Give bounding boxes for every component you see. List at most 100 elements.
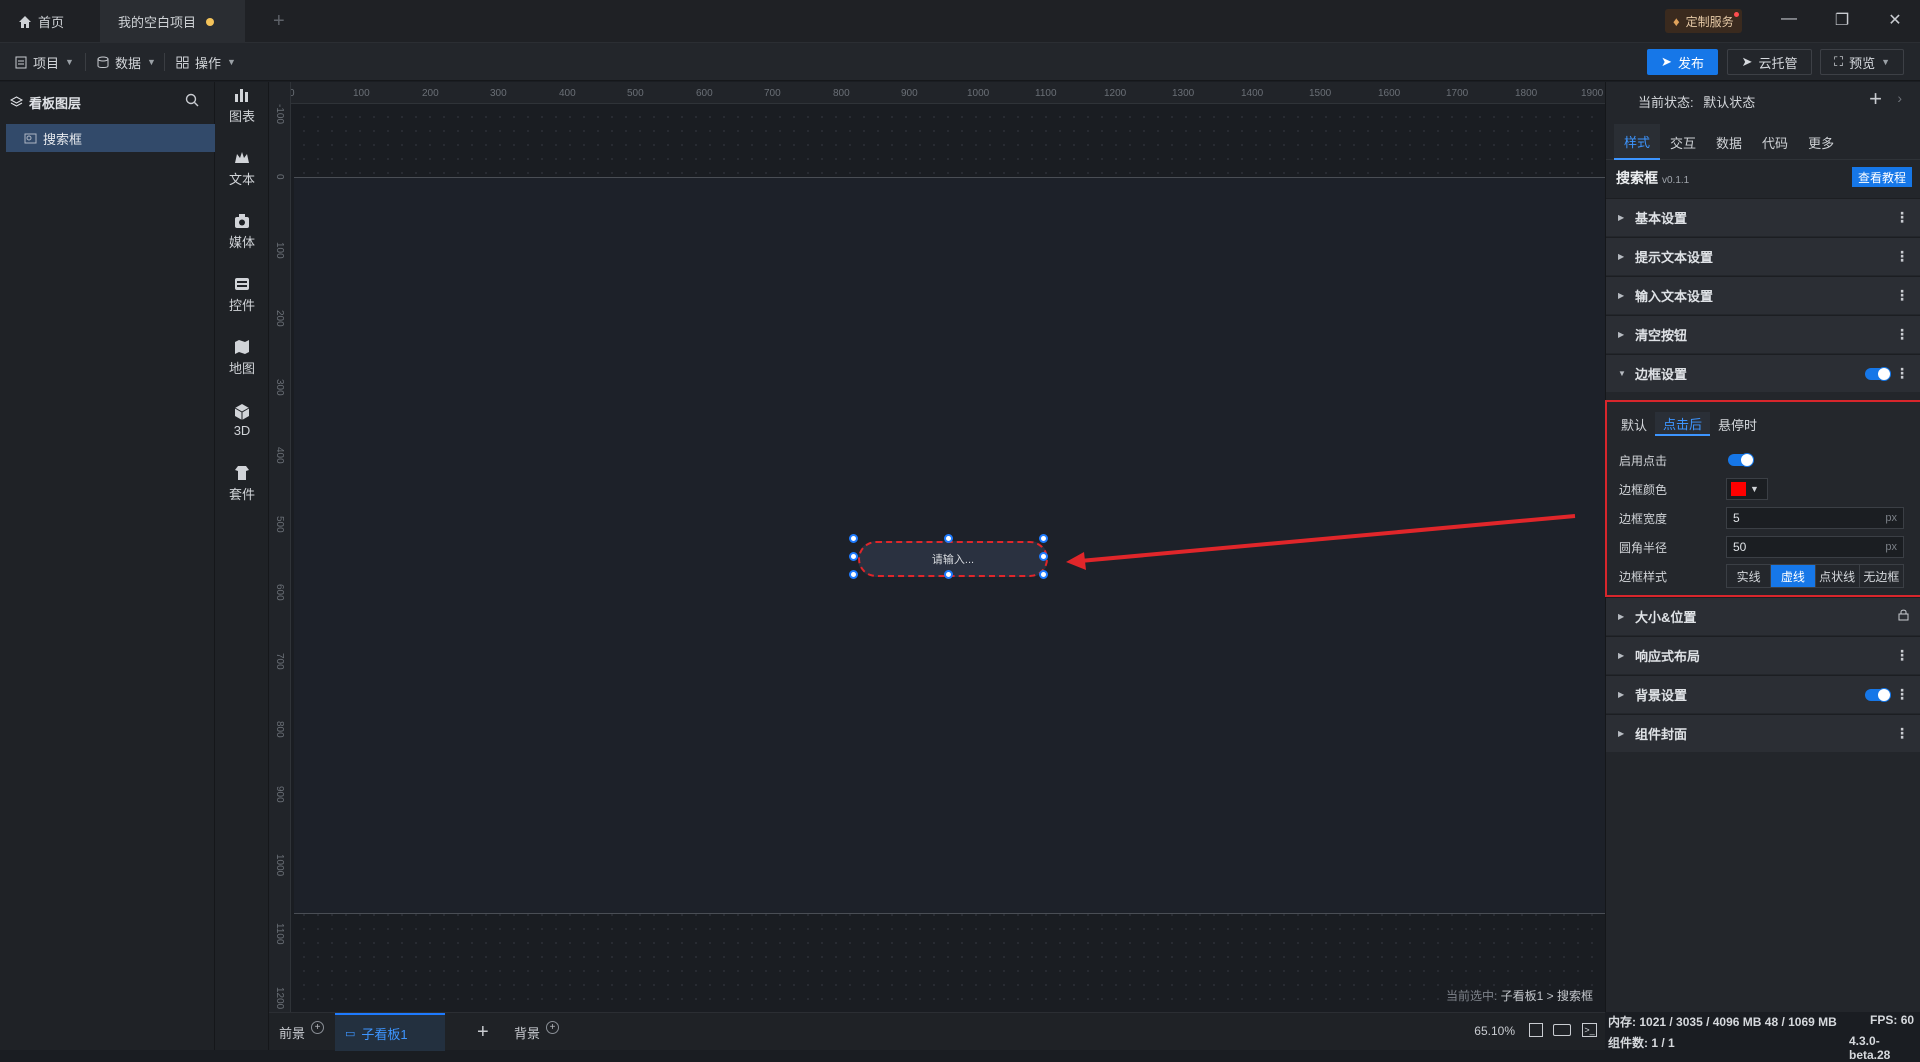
terminal-icon[interactable]: >_ xyxy=(1582,1023,1597,1037)
more-vert-icon[interactable]: ⋮ xyxy=(1895,725,1909,742)
tab-interaction[interactable]: 交互 xyxy=(1660,124,1706,160)
state-value[interactable]: 默认状态 xyxy=(1703,95,1755,110)
tab-style[interactable]: 样式 xyxy=(1614,124,1661,160)
layer-item[interactable]: 搜索框 xyxy=(6,124,215,152)
component-kit[interactable]: 套件 xyxy=(215,458,269,508)
searchbox-placeholder: 请输入... xyxy=(931,554,975,566)
background-toggle[interactable] xyxy=(1865,688,1891,702)
component-chart-label: 图表 xyxy=(228,108,255,124)
searchbox-component[interactable]: 请输入... xyxy=(858,541,1048,577)
tab-subboard[interactable]: ▭ 子看板1 xyxy=(335,1013,445,1051)
border-tab-default[interactable]: 默认 xyxy=(1613,412,1655,436)
resize-handle[interactable] xyxy=(849,534,858,543)
canvas-area[interactable]: 0 100 200 300 400 500 600 700 800 900 10… xyxy=(269,82,1605,1012)
lock-icon[interactable] xyxy=(1898,609,1909,621)
search-icon[interactable] xyxy=(185,93,199,107)
close-button[interactable]: ✕ xyxy=(1883,10,1907,32)
cloud-hosting-button[interactable]: ➤ 云托管 xyxy=(1727,49,1812,75)
border-tab-clicked[interactable]: 点击后 xyxy=(1655,412,1711,436)
ruler-label: -100 xyxy=(274,104,285,125)
menu-data[interactable]: 数据 ▼ xyxy=(97,51,156,73)
component-3d[interactable]: 3D xyxy=(215,395,269,445)
component-control[interactable]: 控件 xyxy=(215,269,269,319)
component-chart[interactable]: 图表 xyxy=(215,80,269,130)
radius-input[interactable]: 50 px xyxy=(1726,536,1904,558)
send-icon: ➤ xyxy=(1661,54,1672,69)
current-state: 当前状态: 默认状态 xyxy=(1638,92,1755,111)
tab-background[interactable]: 背景 + xyxy=(514,1013,560,1051)
resize-handle[interactable] xyxy=(1039,552,1048,561)
memory-label: 内存: xyxy=(1608,1015,1636,1029)
ruler-label: 500 xyxy=(274,516,285,533)
section-hint-text[interactable]: ▶ 提示文本设置 ⋮ xyxy=(1606,237,1920,275)
style-dotted[interactable]: 点状线 xyxy=(1816,565,1860,587)
add-tab-button[interactable]: + xyxy=(255,0,303,43)
more-vert-icon[interactable]: ⋮ xyxy=(1895,209,1909,226)
minimize-button[interactable]: — xyxy=(1777,10,1801,32)
section-input-text[interactable]: ▶ 输入文本设置 ⋮ xyxy=(1606,276,1920,314)
component-toolbar: 图表 文本 媒体 控件 地图 3D 套件 xyxy=(215,82,269,1050)
notification-dot xyxy=(1733,12,1739,17)
keyboard-icon[interactable] xyxy=(1553,1024,1571,1036)
tab-code[interactable]: 代码 xyxy=(1752,124,1798,160)
components-label: 组件数: xyxy=(1608,1036,1648,1050)
border-color-picker[interactable]: ▼ xyxy=(1726,478,1768,500)
restore-button[interactable]: ❐ xyxy=(1830,10,1854,32)
tab-more[interactable]: 更多 xyxy=(1798,124,1844,160)
current-selection: 当前选中: 子看板1 > 搜索框 xyxy=(1446,987,1593,1004)
resize-handle[interactable] xyxy=(1039,570,1048,579)
ruler-label: 300 xyxy=(490,88,507,99)
add-board-button[interactable]: + xyxy=(477,1013,489,1051)
resize-handle[interactable] xyxy=(944,570,953,579)
resize-handle[interactable] xyxy=(944,534,953,543)
section-cover-label: 组件封面 xyxy=(1635,727,1688,742)
resize-handle[interactable] xyxy=(849,552,858,561)
publish-button[interactable]: ➤ 发布 xyxy=(1647,49,1718,75)
tutorial-button[interactable]: 查看教程 xyxy=(1852,167,1912,187)
border-width-input[interactable]: 5 px xyxy=(1726,507,1904,529)
section-responsive[interactable]: ▶ 响应式布局 ⋮ xyxy=(1606,636,1920,674)
style-none[interactable]: 无边框 xyxy=(1860,565,1903,587)
chevron-right-icon[interactable]: › xyxy=(1897,90,1902,106)
style-solid[interactable]: 实线 xyxy=(1727,565,1772,587)
tab-project[interactable]: 我的空白项目 xyxy=(100,0,245,43)
resize-handle[interactable] xyxy=(1039,534,1048,543)
fit-screen-icon[interactable] xyxy=(1529,1023,1543,1037)
border-toggle[interactable] xyxy=(1865,367,1891,381)
component-map[interactable]: 地图 xyxy=(215,332,269,382)
section-background[interactable]: ▶ 背景设置 ⋮ xyxy=(1606,675,1920,713)
border-tab-hover[interactable]: 悬停时 xyxy=(1710,412,1765,436)
section-basic[interactable]: ▶ 基本设置 ⋮ xyxy=(1606,198,1920,236)
more-vert-icon[interactable]: ⋮ xyxy=(1895,326,1909,343)
more-vert-icon[interactable]: ⋮ xyxy=(1895,647,1909,664)
custom-service-button[interactable]: ♦ 定制服务 xyxy=(1665,9,1742,33)
enable-click-toggle[interactable] xyxy=(1728,453,1754,467)
tab-home[interactable]: 首页 xyxy=(0,0,100,43)
ruler-horizontal: 0 100 200 300 400 500 600 700 800 900 10… xyxy=(269,82,1605,104)
layers-title: 看板图层 xyxy=(29,95,82,111)
section-border[interactable]: ▼ 边框设置 ⋮ xyxy=(1606,354,1920,392)
monitor-icon: ▭ xyxy=(345,1027,356,1040)
menu-project[interactable]: 项目 ▼ xyxy=(15,51,74,73)
zoom-level[interactable]: 65.10% xyxy=(1474,1024,1515,1038)
component-text[interactable]: 文本 xyxy=(215,143,269,193)
add-circle-icon[interactable]: + xyxy=(546,1020,560,1034)
tab-foreground[interactable]: 前景 + xyxy=(279,1013,325,1051)
more-vert-icon[interactable]: ⋮ xyxy=(1895,287,1909,304)
preview-button[interactable]: ⛶ 预览 ▼ xyxy=(1820,49,1904,75)
tab-data[interactable]: 数据 xyxy=(1706,124,1752,160)
add-circle-icon[interactable]: + xyxy=(311,1020,325,1034)
current-selection-prefix: 当前选中: xyxy=(1445,989,1498,1003)
section-size-position[interactable]: ▶ 大小&位置 xyxy=(1606,597,1920,635)
style-dashed[interactable]: 虚线 xyxy=(1771,565,1816,587)
more-vert-icon[interactable]: ⋮ xyxy=(1895,365,1909,382)
component-media[interactable]: 媒体 xyxy=(215,206,269,256)
radius-label: 圆角半径 xyxy=(1619,541,1668,555)
more-vert-icon[interactable]: ⋮ xyxy=(1895,248,1909,265)
more-vert-icon[interactable]: ⋮ xyxy=(1895,686,1909,703)
menu-operate[interactable]: 操作 ▼ xyxy=(176,51,236,73)
section-clear-button[interactable]: ▶ 清空按钮 ⋮ xyxy=(1606,315,1920,353)
resize-handle[interactable] xyxy=(849,570,858,579)
section-cover[interactable]: ▶ 组件封面 ⋮ xyxy=(1606,714,1920,752)
add-state-button[interactable]: + xyxy=(1869,86,1882,112)
